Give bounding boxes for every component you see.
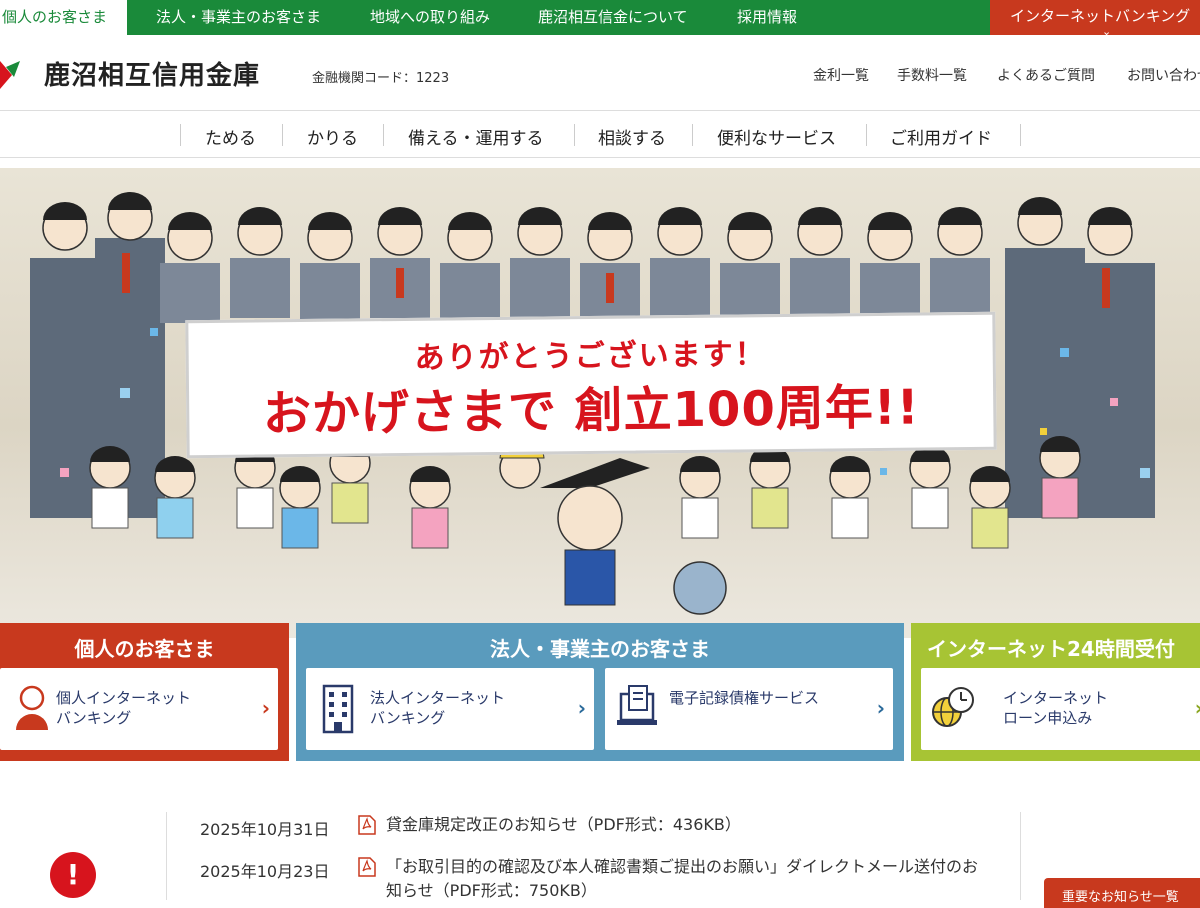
- business-internet-banking-label: 法人インターネット バンキング: [370, 689, 506, 727]
- internet-card: インターネット24時間受付 インターネット ローン申込み ›: [911, 623, 1200, 761]
- news-link[interactable]: 「お取引目的の確認及び本人確認書類ご提出のお願い」ダイレクトメール送付のお知らせ…: [386, 855, 986, 903]
- nav-divider: [866, 124, 867, 146]
- chevron-right-icon: ›: [876, 696, 885, 720]
- personal-card-title[interactable]: 個人のお客さま: [0, 633, 289, 662]
- globe-clock-icon: [932, 687, 974, 727]
- chevron-right-icon: ›: [1195, 696, 1200, 720]
- chevron-right-icon: ›: [577, 696, 586, 720]
- electronic-bills-label: 電子記録債権サービス: [669, 689, 820, 707]
- nav-divider: [1020, 124, 1021, 146]
- link-fees[interactable]: 手数料一覧: [897, 65, 967, 85]
- anniversary-banner: ありがとうございます！ おかげさまで 創立100周年!!: [185, 311, 997, 459]
- electronic-bills-link[interactable]: 電子記録債権サービス ›: [605, 668, 893, 750]
- nav-divider: [574, 124, 575, 146]
- alert-icon: !: [50, 852, 96, 898]
- person-icon: [16, 685, 48, 730]
- link-interest-rates[interactable]: 金利一覧: [813, 65, 869, 85]
- link-faq[interactable]: よくあるご質問: [997, 65, 1095, 85]
- tab-community[interactable]: 地域への取り組み: [370, 0, 490, 35]
- logo-text[interactable]: 鹿沼相互信用金庫: [44, 55, 260, 92]
- pdf-icon: [358, 815, 376, 835]
- news-divider-left: [166, 812, 167, 900]
- personal-card: 個人のお客さま 個人インターネット バンキング ›: [0, 623, 289, 761]
- nav-divider: [282, 124, 283, 146]
- bank-code: 金融機関コード：1223: [312, 71, 450, 86]
- main-navigation: ためる かりる 備える・運用する 相談する 便利なサービス ご利用ガイド: [0, 112, 1200, 158]
- logo-mark-icon[interactable]: [0, 57, 20, 91]
- nav-invest[interactable]: 備える・運用する: [408, 124, 544, 149]
- tab-about[interactable]: 鹿沼相互信金について: [538, 0, 688, 35]
- personal-internet-banking-label: 個人インターネット バンキング: [56, 689, 192, 727]
- laptop-document-icon: [617, 685, 657, 725]
- important-notices-button[interactable]: 重要なお知らせ一覧: [1044, 878, 1200, 908]
- tab-personal[interactable]: 個人のお客さま: [0, 0, 128, 35]
- news-link[interactable]: 貸金庫規定改正のお知らせ（PDF形式：436KB）: [386, 813, 996, 837]
- business-card: 法人・事業主のお客さま 法人インターネット バンキング › 電子記録債権サービス…: [296, 623, 904, 761]
- internet-banking-button[interactable]: インターネットバンキング ⌄: [990, 0, 1200, 35]
- top-navigation-bar: 個人のお客さま 法人・事業主のお客さま 地域への取り組み 鹿沼相互信金について …: [0, 0, 1200, 35]
- building-icon: [322, 684, 354, 734]
- pdf-icon: [358, 857, 376, 877]
- business-card-title[interactable]: 法人・事業主のお客さま: [296, 633, 904, 662]
- personal-internet-banking-link[interactable]: 個人インターネット バンキング ›: [0, 668, 278, 750]
- nav-consult[interactable]: 相談する: [598, 124, 666, 149]
- tab-business[interactable]: 法人・事業主のお客さま: [156, 0, 321, 35]
- nav-guide[interactable]: ご利用ガイド: [890, 124, 992, 149]
- nav-divider: [180, 124, 181, 146]
- banner-line-2: おかげさまで 創立100周年!!: [262, 379, 920, 443]
- site-header: 鹿沼相互信用金庫 金融機関コード：1223 金利一覧 手数料一覧 よくあるご質問…: [0, 35, 1200, 111]
- link-contact[interactable]: お問い合わせ: [1127, 65, 1200, 85]
- internet-banking-label: インターネットバンキング: [1010, 7, 1191, 25]
- nav-save[interactable]: ためる: [205, 124, 256, 149]
- nav-borrow[interactable]: かりる: [307, 124, 358, 149]
- business-internet-banking-link[interactable]: 法人インターネット バンキング ›: [306, 668, 594, 750]
- internet-loan-link[interactable]: インターネット ローン申込み ›: [921, 668, 1200, 750]
- chevron-down-icon: ⌄: [1102, 25, 1112, 35]
- news-divider-right: [1020, 812, 1021, 900]
- nav-divider: [692, 124, 693, 146]
- internet-card-title[interactable]: インターネット24時間受付: [911, 633, 1200, 662]
- nav-divider: [383, 124, 384, 146]
- hero-banner[interactable]: ありがとうございます！ おかげさまで 創立100周年!!: [0, 168, 1200, 638]
- internet-loan-label: インターネット ローン申込み: [1003, 689, 1109, 727]
- nav-services[interactable]: 便利なサービス: [717, 124, 836, 149]
- news-date: 2025年10月31日: [200, 820, 330, 839]
- news-date: 2025年10月23日: [200, 862, 330, 881]
- chevron-right-icon: ›: [261, 696, 270, 720]
- tab-recruit[interactable]: 採用情報: [737, 0, 797, 35]
